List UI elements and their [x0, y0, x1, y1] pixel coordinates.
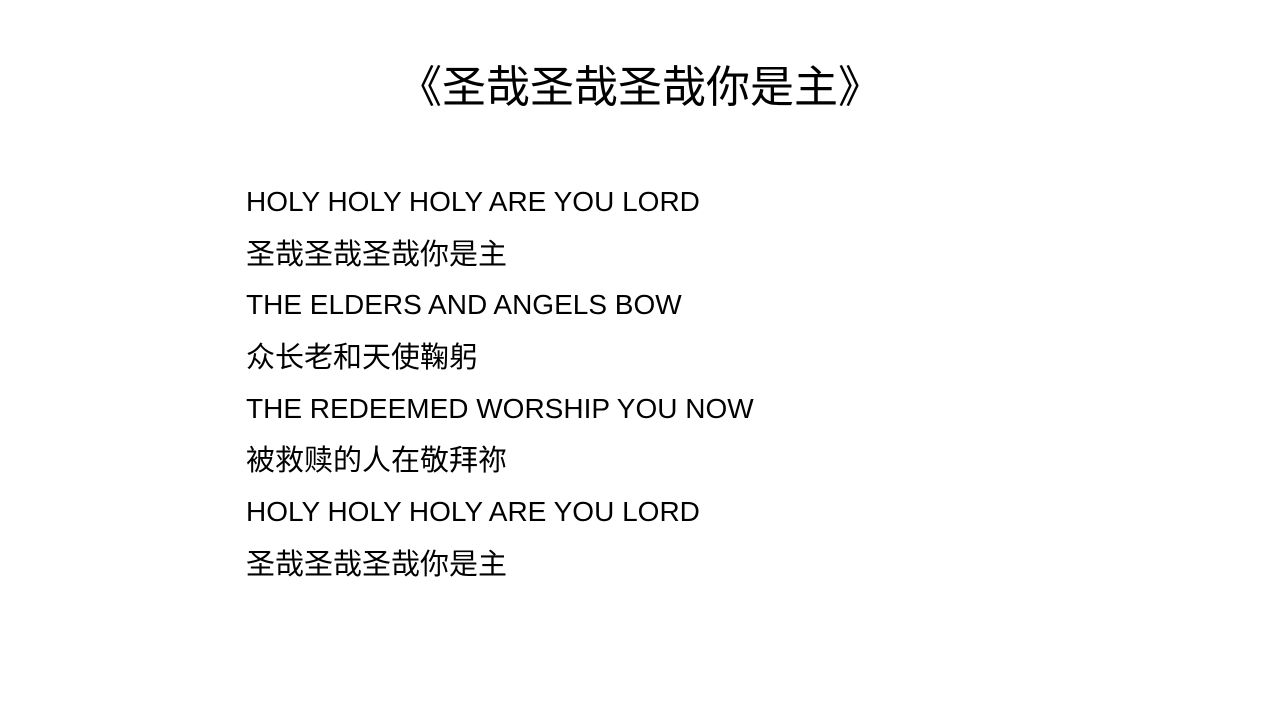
lyric-line-3: THE ELDERS AND ANGELS BOW — [246, 289, 682, 321]
lyrics-slide: 《圣哉圣哉圣哉你是主》 HOLY HOLY HOLY ARE YOU LORD … — [0, 0, 1280, 720]
lyric-line-2: 圣哉圣哉圣哉你是主 — [246, 236, 508, 271]
lyric-line-4: 众长老和天使鞠躬 — [246, 340, 479, 375]
slide-title: 《圣哉圣哉圣哉你是主》 — [398, 62, 882, 113]
lyrics-list: HOLY HOLY HOLY ARE YOU LORD 圣哉圣哉圣哉你是主 TH… — [246, 180, 1146, 594]
lyric-line-1: HOLY HOLY HOLY ARE YOU LORD — [246, 186, 700, 217]
lyric-line-6: 被救赎的人在敬拜祢 — [246, 443, 508, 478]
lyric-line-7: HOLY HOLY HOLY ARE YOU LORD — [246, 496, 700, 528]
lyric-line-5: THE REDEEMED WORSHIP YOU NOW — [246, 392, 754, 424]
lyric-line-8: 圣哉圣哉圣哉你是主 — [246, 546, 508, 581]
